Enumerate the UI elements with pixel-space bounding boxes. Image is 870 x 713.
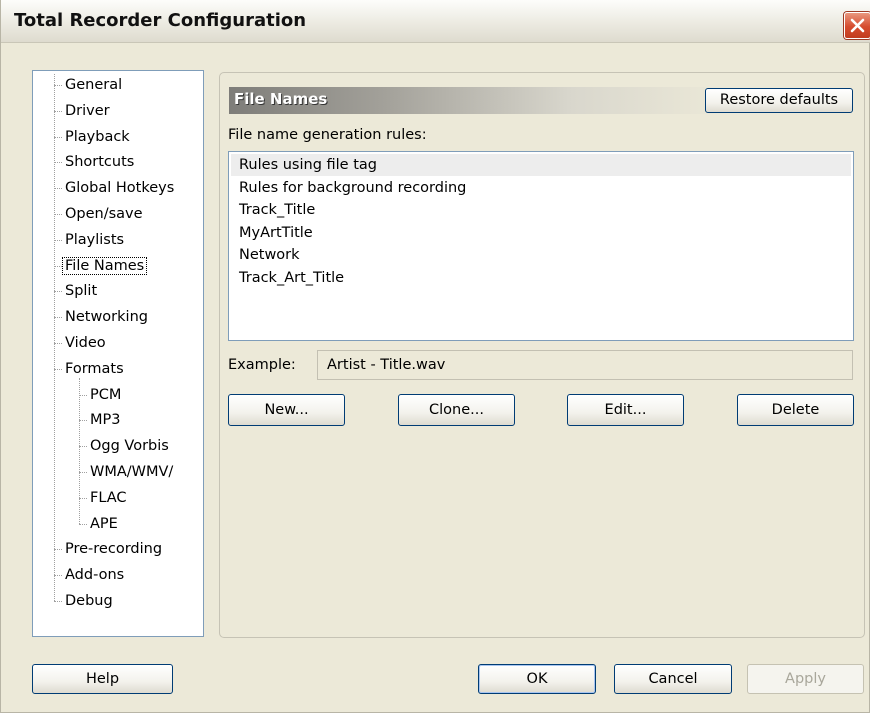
tree-connector (54, 136, 62, 138)
edit-button[interactable]: Edit... (567, 394, 684, 426)
tree-item-general[interactable]: General (63, 74, 124, 96)
tree-item-label: Video (65, 335, 106, 351)
tree-item-label: Driver (65, 102, 110, 119)
title-bar: Total Recorder Configuration (1, 0, 870, 43)
tree-item-pcm[interactable]: PCM (88, 384, 123, 406)
apply-button[interactable]: Apply (747, 664, 864, 694)
rule-list-item[interactable]: Rules using file tag (231, 154, 851, 176)
tree-connector (54, 162, 62, 164)
tree-connector (79, 523, 87, 525)
tree-connector (54, 317, 62, 319)
tree-connector (54, 291, 62, 293)
tree-item-label: General (65, 77, 123, 93)
tree-item-label: WMA/WMV/ (90, 464, 174, 480)
tree-connector (54, 188, 62, 190)
tree-connector (54, 343, 62, 344)
tree-connector (54, 110, 62, 112)
tree-item-split[interactable]: Split (63, 280, 99, 302)
tree-connector (54, 368, 62, 370)
rule-list-item[interactable]: Network (231, 244, 851, 266)
new-button[interactable]: New... (228, 394, 345, 426)
rule-list-item[interactable]: Track_Art_Title (231, 267, 851, 289)
tree-item-label: Global Hotkeys (65, 180, 175, 197)
tree-item-ape[interactable]: APE (88, 513, 120, 535)
tree-item-global-hotkeys[interactable]: Global Hotkeys (63, 177, 176, 199)
tree-item-label: Playback (65, 128, 130, 145)
tree-item-label: Add-ons (65, 567, 125, 584)
tree-item-playback[interactable]: Playback (63, 126, 132, 148)
tree-child-line (79, 377, 80, 524)
tree-item-formats[interactable]: Formats (63, 358, 126, 380)
tree-item-open-save[interactable]: Open/save (63, 203, 145, 225)
rule-list-item[interactable]: Track_Title (231, 199, 851, 221)
tree-connector (54, 265, 62, 267)
panel-title: File Names (234, 90, 328, 108)
config-dialog: Total Recorder Configuration General Driv… (0, 0, 870, 713)
rule-list-item[interactable]: MyArtTitle (231, 222, 851, 244)
example-field: Artist - Title.wav (317, 350, 853, 380)
tree-root-line (54, 74, 55, 601)
tree-item-debug[interactable]: Debug (63, 590, 115, 612)
settings-tree[interactable]: General Driver Playback Shortcuts Global Hot… (32, 70, 204, 637)
cancel-button[interactable]: Cancel (614, 664, 732, 694)
tree-item-playlists[interactable]: Playlists (63, 229, 126, 251)
tree-connector (79, 394, 87, 396)
tree-connector (54, 85, 62, 86)
tree-item-label: PCM (90, 386, 122, 403)
rule-list-item[interactable]: Rules for background recording (231, 177, 851, 199)
tree-item-label: File Names (61, 256, 148, 275)
tree-connector (54, 549, 62, 551)
tree-item-pre-recording[interactable]: Pre-recording (63, 538, 164, 560)
tree-item-label: Ogg Vorbis (90, 438, 169, 455)
rules-label: File name generation rules: (228, 127, 427, 143)
tree-item-video[interactable]: Video (63, 332, 108, 354)
ok-button[interactable]: OK (478, 664, 596, 694)
tree-item-label: Open/save (65, 206, 143, 222)
tree-item-label: MP3 (90, 412, 121, 429)
tree-item-file-names[interactable]: File Names (61, 255, 148, 277)
delete-button[interactable]: Delete (737, 394, 854, 426)
tree-connector (79, 497, 87, 499)
tree-connector (54, 214, 62, 215)
tree-item-label: Shortcuts (65, 154, 135, 171)
tree-item-mp3[interactable]: MP3 (88, 409, 122, 431)
tree-item-label: Split (65, 283, 98, 300)
tree-item-shortcuts[interactable]: Shortcuts (63, 151, 136, 173)
tree-item-add-ons[interactable]: Add-ons (63, 564, 126, 586)
tree-item-networking[interactable]: Networking (63, 306, 150, 328)
tree-connector (79, 446, 87, 448)
tree-connector (54, 239, 62, 241)
tree-item-label: Debug (65, 593, 113, 609)
tree-item-label: Networking (65, 309, 148, 326)
tree-item-label: APE (90, 515, 118, 532)
tree-item-driver[interactable]: Driver (63, 100, 112, 122)
rules-list[interactable]: Rules using file tag Rules for background… (228, 151, 854, 341)
tree-item-ogg-vorbis[interactable]: Ogg Vorbis (88, 435, 171, 457)
tree-item-label: Formats (65, 360, 124, 377)
tree-item-label: Pre-recording (65, 541, 163, 558)
help-button[interactable]: Help (32, 664, 173, 694)
window-title: Total Recorder Configuration (14, 10, 307, 31)
tree-item-flac[interactable]: FLAC (88, 487, 129, 509)
tree-item-label: Playlists (65, 231, 125, 248)
tree-item-label: FLAC (90, 489, 127, 506)
close-button[interactable] (844, 12, 870, 39)
tree-connector (79, 420, 87, 422)
tree-connector (54, 575, 62, 577)
tree-connector (54, 601, 62, 602)
clone-button[interactable]: Clone... (398, 394, 515, 426)
tree-item-wma-wmv[interactable]: WMA/WMV/ (88, 461, 175, 483)
example-label: Example: (228, 357, 296, 373)
restore-defaults-button[interactable]: Restore defaults (705, 88, 853, 113)
tree-connector (79, 472, 87, 473)
